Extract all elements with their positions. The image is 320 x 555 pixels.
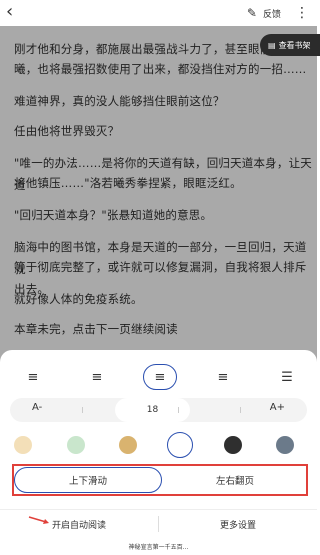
chapter-footer: 神秘宣言第一千五百... <box>128 544 189 551</box>
align-normal-icon[interactable]: ≡ <box>82 364 112 390</box>
size-tick <box>82 407 83 413</box>
bg-swatch-slate[interactable] <box>276 436 294 454</box>
paragraph: "回归天道本身？"张悬知道她的意思。 <box>14 208 213 222</box>
bg-swatch-green[interactable] <box>67 436 85 454</box>
feedback-icon[interactable]: ✎ <box>247 6 257 20</box>
reading-settings-panel: ≡ ≡ ≡ ≡ ☰ A- 18 A+ 上下滑动 左右翻页 开启自动阅读 更多设置 <box>0 350 317 555</box>
bg-swatch-black[interactable] <box>224 436 242 454</box>
align-wider-icon[interactable]: ≡ <box>208 364 238 390</box>
top-bar-actions: ✎ 反馈 ⋮ <box>247 4 309 22</box>
more-vertical-icon[interactable]: ⋮ <box>295 5 309 21</box>
size-tick <box>178 407 179 413</box>
bg-swatch-white-selected[interactable] <box>167 432 193 458</box>
font-increase-button[interactable]: A+ <box>270 402 285 413</box>
view-bookshelf-button[interactable]: ▤ 查看书架 <box>260 34 320 56</box>
top-bar: ‹ ✎ 反馈 ⋮ <box>0 0 317 26</box>
background-color-row <box>0 432 317 458</box>
reader-content[interactable]: 刚才他和分身，都施展出最强战斗力了，甚至眼前的这个 曦，也将最强招数使用了出来，… <box>0 26 317 366</box>
bg-swatch-cream[interactable] <box>14 436 32 454</box>
font-size-control: A- 18 A+ <box>10 398 307 422</box>
paragraph: 难道神界，真的没人能够挡住眼前这位？ <box>14 94 225 108</box>
line-spacing-row: ≡ ≡ ≡ ≡ ☰ <box>0 364 317 390</box>
size-tick <box>240 407 241 413</box>
mode-scroll-option[interactable]: 上下滑动 <box>14 467 162 493</box>
paragraph: 任由他将世界毁灭？ <box>14 124 120 138</box>
more-settings-button[interactable]: 更多设置 <box>159 510 317 538</box>
mode-page-option[interactable]: 左右翻页 <box>162 467 308 493</box>
auto-read-button[interactable]: 开启自动阅读 <box>0 510 158 538</box>
align-compact-icon[interactable]: ≡ <box>18 364 48 390</box>
paragraph: 本章未完，点击下一页继续阅读 <box>14 322 178 336</box>
paragraph: 曦，也将最强招数使用了出来，都没挡住对方的一招…… <box>14 62 307 76</box>
feedback-label[interactable]: 反馈 <box>263 7 281 20</box>
paragraph: 就好像人体的免疫系统。 <box>14 292 143 306</box>
align-widest-icon[interactable]: ☰ <box>272 364 302 390</box>
annotation-arrow-icon <box>28 516 49 524</box>
bg-swatch-tan[interactable] <box>119 436 137 454</box>
bookshelf-label: 查看书架 <box>278 40 311 50</box>
page-turn-mode-selector: 上下滑动 左右翻页 <box>12 464 308 496</box>
font-decrease-button[interactable]: A- <box>32 402 42 413</box>
align-wide-icon[interactable]: ≡ <box>143 364 177 390</box>
back-arrow-icon[interactable]: ‹ <box>6 2 28 24</box>
bookshelf-icon: ▤ <box>268 40 276 50</box>
paragraph: 将他镇压……"洛若曦秀拳捏紧，眼眶泛红。 <box>14 176 242 190</box>
